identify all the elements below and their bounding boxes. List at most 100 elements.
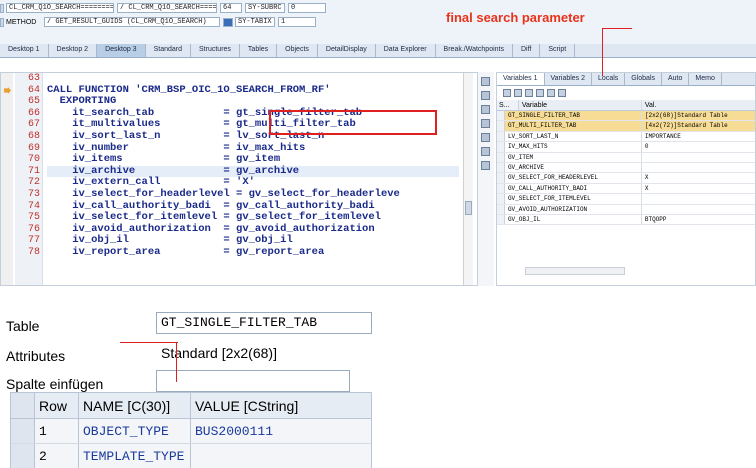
program-field[interactable]: CL_CRM_Q1O_SEARCH============= (6, 3, 114, 13)
code-line[interactable]: iv_select_for_headerlevel = gv_select_fo… (47, 188, 459, 201)
code-line[interactable] (47, 73, 459, 85)
code-line[interactable]: iv_items = gv_item (47, 154, 459, 166)
table-name-field[interactable]: GT_SINGLE_FILTER_TAB (156, 312, 372, 334)
variable-name: GV_SELECT_FOR_ITEMLEVEL (505, 194, 642, 204)
tab-breakpoints[interactable]: Break./Watchpoints (436, 44, 513, 57)
tab-desktop-1[interactable]: Desktop 1 (0, 44, 49, 57)
tab-memory[interactable]: Memo (689, 73, 722, 85)
row-selector-header[interactable] (11, 393, 35, 418)
line-number: 74 (27, 200, 40, 212)
binoculars-icon[interactable] (536, 89, 544, 97)
tab-variables-1[interactable]: Variables 1 (497, 73, 545, 85)
variable-value: [4x2(72)]Standard Table (644, 122, 728, 130)
variable-value: X (644, 174, 649, 182)
variable-name: GV_AVOID_AUTHORIZATION (505, 204, 642, 214)
search-icon[interactable] (481, 105, 490, 114)
variable-row[interactable]: GV_SELECT_FOR_HEADERLEVEL X (497, 173, 755, 184)
line-number: 64 (27, 84, 40, 96)
status-row-1: CL_CRM_Q1O_SEARCH============= / CL_CRM_… (0, 2, 380, 14)
status-row-2: METHOD / GET_RESULT_GUIDS (CL_CRM_Q1O_SE… (0, 16, 380, 28)
code-line[interactable]: iv_report_area = gv_report_area (47, 246, 459, 259)
line-number: 76 (27, 223, 40, 235)
variable-row[interactable]: IV_MAX_HITS 0 (497, 142, 755, 153)
variable-name: LV_SORT_LAST_N (505, 131, 642, 142)
line-field[interactable]: 64 (220, 3, 242, 13)
code-scrollbar[interactable] (463, 73, 473, 285)
col-status[interactable]: S... (497, 100, 519, 110)
row-name: OBJECT_TYPE (79, 419, 191, 443)
tab-tables[interactable]: Tables (240, 44, 278, 57)
tabix-value-field[interactable]: 1 (278, 17, 316, 27)
variable-row[interactable]: LV_SORT_LAST_N IMPORTANCE (497, 131, 755, 143)
table-icon[interactable] (514, 89, 522, 97)
variable-row[interactable]: GV_SELECT_FOR_ITEMLEVEL (497, 194, 755, 205)
code-lines: CALL FUNCTION 'CRM_BSP_OIC_1O_SEARCH_FRO… (47, 73, 459, 259)
table-header: Row NAME [C(30)] VALUE [CString] (11, 393, 371, 419)
variable-row[interactable]: GT_SINGLE_FILTER_TAB [2x2(68)]Standard Ta… (497, 111, 755, 122)
variable-row[interactable]: GV_OBJ_IL BTQOPP (497, 214, 755, 226)
row-selector[interactable] (11, 444, 35, 468)
variable-value: 0 (644, 143, 649, 151)
tab-desktop-2[interactable]: Desktop 2 (49, 44, 98, 57)
line-number: 69 (27, 142, 40, 154)
method-field[interactable]: / GET_RESULT_GUIDS (CL_CRM_Q1O_SEARCH) (44, 17, 220, 27)
line-number: 71 (27, 165, 40, 177)
table-contents: Row NAME [C(30)] VALUE [CString] 1 OBJEC… (10, 392, 372, 468)
tab-auto[interactable]: Auto (662, 73, 690, 85)
save-icon[interactable] (503, 89, 511, 97)
editor-toolbar (478, 72, 494, 286)
insert-column-field[interactable] (156, 370, 350, 392)
col-row[interactable]: Row (35, 393, 79, 418)
table-label: Table (6, 318, 40, 334)
table-row[interactable]: 2 TEMPLATE_TYPE (11, 444, 371, 468)
variable-row[interactable]: GT_MULTI_FILTER_TAB [4x2(72)]Standard Tab… (497, 121, 755, 132)
breakpoint-gutter[interactable] (1, 73, 13, 285)
close-icon[interactable] (481, 77, 490, 86)
tab-diff[interactable]: Diff (513, 44, 541, 57)
delete-icon[interactable] (558, 89, 566, 97)
tab-detaildisplay[interactable]: DetailDisplay (318, 44, 376, 57)
headset-icon[interactable] (481, 147, 490, 156)
col-value[interactable]: Val. (642, 100, 755, 110)
tabix-name-field[interactable]: SY-TABIX (235, 17, 275, 27)
tab-globals[interactable]: Globals (625, 73, 662, 85)
tab-desktop-3[interactable]: Desktop 3 (97, 44, 146, 57)
variable-name: GV_SELECT_FOR_HEADERLEVEL (505, 173, 642, 183)
tab-objects[interactable]: Objects (277, 44, 318, 57)
row-value: BUS2000111 (195, 424, 274, 439)
new-icon[interactable] (481, 91, 490, 100)
tab-structures[interactable]: Structures (191, 44, 240, 57)
scrollbar-thumb[interactable] (465, 201, 472, 215)
source-code-panel[interactable]: 63 64 65 66 67 68 69 70 71 72 73 74 75 7… (0, 72, 478, 286)
include-field[interactable]: / CL_CRM_Q1O_SEARCH============= (117, 3, 217, 13)
tab-variables-2[interactable]: Variables 2 (545, 73, 593, 85)
tab-standard[interactable]: Standard (146, 44, 192, 57)
line-numbers: 63 64 65 66 67 68 69 70 71 72 73 74 75 7… (15, 73, 43, 285)
variable-value (642, 205, 755, 214)
table-icon[interactable] (481, 133, 490, 142)
tab-script[interactable]: Script (540, 44, 576, 57)
grid-icon[interactable] (481, 119, 490, 128)
method-label: METHOD (6, 18, 37, 26)
variable-name: GV_OBJ_IL (505, 214, 642, 225)
variable-row[interactable]: GV_CALL_AUTHORITY_BADI X (497, 183, 755, 195)
layout-icon[interactable] (547, 89, 555, 97)
tab-data-explorer[interactable]: Data Explorer (376, 44, 436, 57)
col-variable[interactable]: Variable (519, 100, 642, 110)
variable-row[interactable]: GV_ITEM (497, 152, 755, 163)
table-row[interactable]: 1 OBJECT_TYPE BUS2000111 (11, 419, 371, 444)
col-name[interactable]: NAME [C(30)] (79, 393, 191, 418)
variable-value: IMPORTANCE (644, 132, 681, 140)
variables-toolbar (497, 86, 755, 100)
col-value[interactable]: VALUE [CString] (191, 393, 371, 418)
variable-row[interactable]: GV_AVOID_AUTHORIZATION (497, 204, 755, 215)
sysvar-value-field[interactable]: 0 (288, 3, 326, 13)
row-selector[interactable] (11, 419, 35, 443)
variable-row[interactable]: GV_ARCHIVE (497, 162, 755, 174)
tab-locals[interactable]: Locals (592, 73, 626, 85)
variables-hscrollbar[interactable] (525, 267, 625, 275)
code-line[interactable]: iv_select_for_itemlevel = gv_select_for_… (47, 212, 459, 224)
sysvar-name-field[interactable]: SY-SUBRC (245, 3, 285, 13)
columns-icon[interactable] (525, 89, 533, 97)
tool-icon[interactable] (481, 161, 490, 170)
